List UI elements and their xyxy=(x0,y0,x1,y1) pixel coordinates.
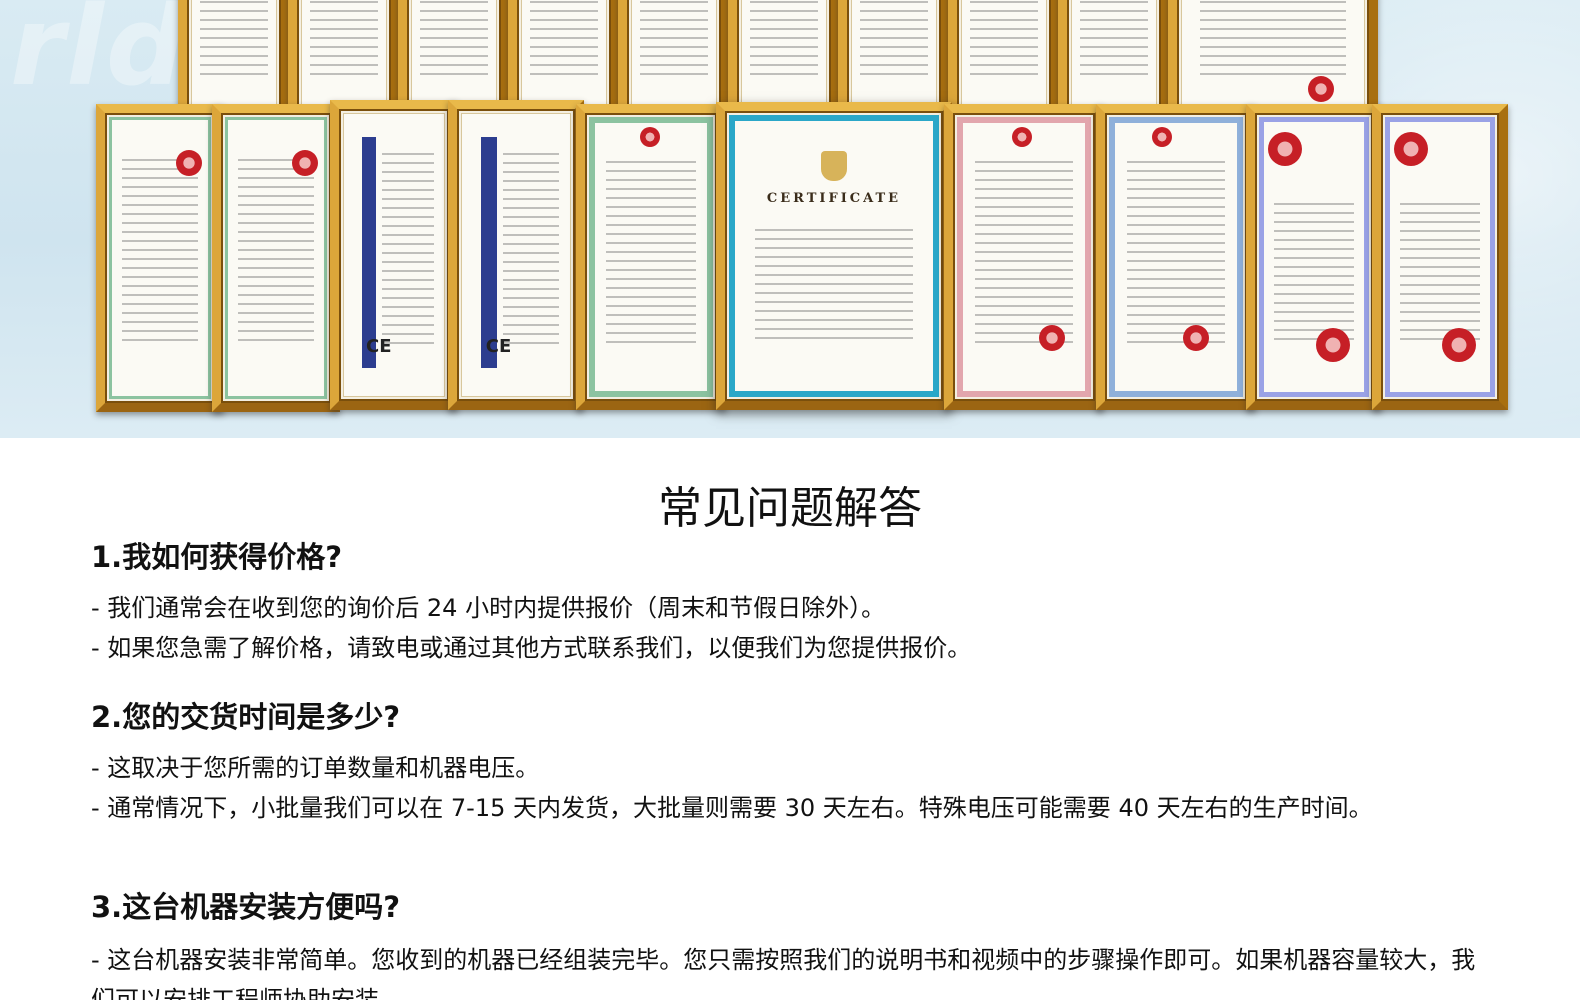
watermark-text: rld xyxy=(10,0,187,110)
certificate-frame xyxy=(178,0,290,120)
certificate-frame xyxy=(1246,104,1382,410)
certificate-frame xyxy=(1096,104,1256,410)
certificate-frame xyxy=(944,104,1104,410)
certificate-wall-banner: rld CE CE CERTIFICATE xyxy=(0,0,1580,438)
faq-answer-2-line-1: - 这取决于您所需的订单数量和机器电压。 xyxy=(91,754,540,782)
ce-mark: CE xyxy=(485,335,512,357)
certificate-frame: CERTIFICATE xyxy=(716,102,952,410)
faq-answer-1-line-2: - 如果您急需了解价格，请致电或通过其他方式联系我们，以便我们为您提供报价。 xyxy=(91,634,972,662)
faq-answer-1-line-1: - 我们通常会在收到您的询价后 24 小时内提供报价（周末和节假日除外）。 xyxy=(91,594,886,622)
certificate-frame xyxy=(1168,0,1378,120)
certificate-title: CERTIFICATE xyxy=(766,191,902,207)
faq-answer-2-line-2: - 通常情况下，小批量我们可以在 7-15 天内发货，大批量则需要 30 天左右… xyxy=(91,794,1373,822)
certificate-frame xyxy=(576,104,726,410)
certificate-frame xyxy=(212,104,340,412)
certificate-frame xyxy=(1372,104,1508,410)
faq-question-3: 3.这台机器安装方便吗? xyxy=(91,890,401,924)
certificate-frame xyxy=(96,104,224,412)
product-detail-page: rld CE CE CERTIFICATE 常见问题解答 1.我如何获得价格? … xyxy=(0,0,1580,1000)
faq-question-1: 1.我如何获得价格? xyxy=(91,540,343,574)
certificate-frame: CE xyxy=(330,100,458,410)
faq-title: 常见问题解答 xyxy=(658,483,922,534)
certificate-frame xyxy=(618,0,730,120)
faq-answer-3-line-1: - 这台机器安装非常简单。您收到的机器已经组装完毕。您只需按照我们的说明书和视频… xyxy=(91,946,1476,1000)
certificate-frame xyxy=(1058,0,1170,120)
faq-question-2: 2.您的交货时间是多少? xyxy=(91,700,401,734)
certificate-frame: CE xyxy=(448,100,584,410)
ce-mark: CE xyxy=(366,335,392,357)
certificate-frame xyxy=(948,0,1060,120)
